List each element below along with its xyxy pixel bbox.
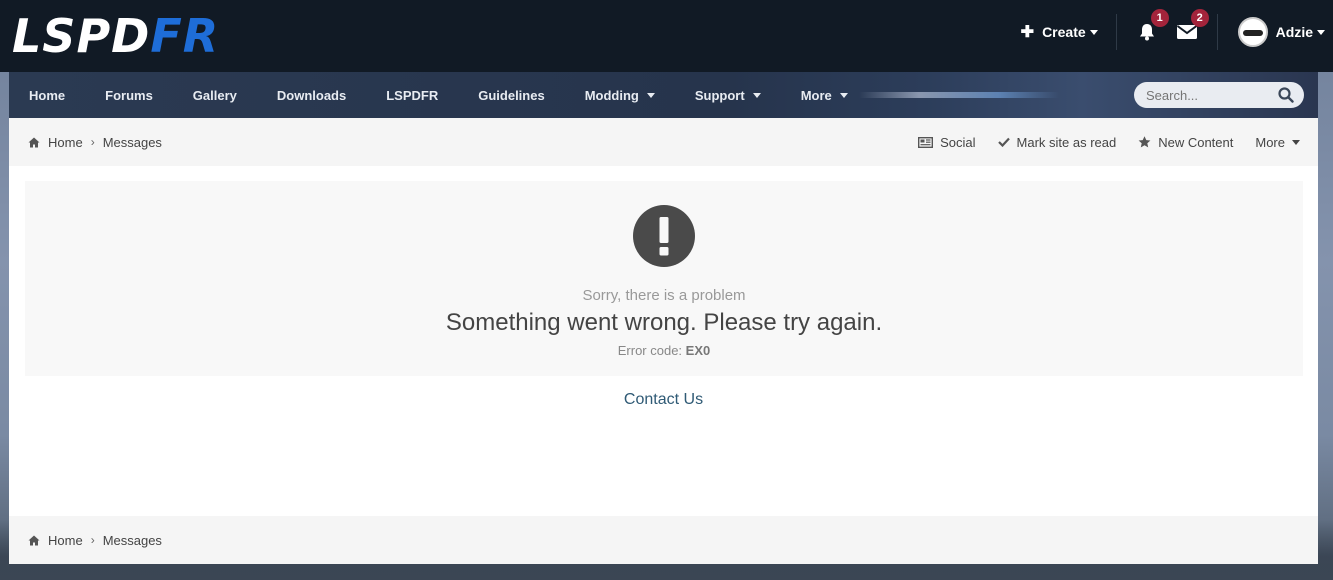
mark-read-label: Mark site as read: [1016, 134, 1117, 150]
divider: [1115, 14, 1117, 50]
create-label: Create: [1042, 24, 1086, 40]
nav-label: Modding: [584, 87, 639, 103]
home-icon: [28, 137, 40, 147]
username: Adzie: [1275, 24, 1313, 40]
exclamation-circle-icon: [633, 205, 695, 267]
breadcrumb-home-link[interactable]: Home: [48, 533, 83, 548]
nav-label: Guidelines: [478, 87, 545, 103]
nav-label: Gallery: [192, 87, 237, 103]
search-input[interactable]: [1146, 87, 1266, 103]
chevron-right-icon: ›: [90, 135, 95, 149]
contact-us-link-wrapper: Contact Us: [9, 391, 1318, 409]
breadcrumb: Home › Messages Social Mark site as read: [9, 118, 1318, 166]
search-icon[interactable]: [1278, 87, 1294, 103]
error-code-label: Error code:: [617, 343, 683, 358]
nav-banner-decoration: [859, 92, 1059, 98]
nav-label: Home: [29, 87, 66, 103]
caret-down-icon: [839, 92, 848, 98]
error-code-value: EX0: [685, 343, 711, 358]
nav-item-more[interactable]: More: [781, 72, 868, 118]
contact-us-link[interactable]: Contact Us: [624, 391, 703, 408]
nav-item-lspdfr[interactable]: LSPDFR: [366, 72, 458, 118]
logo-text-fr: FR: [150, 9, 220, 63]
user-menu-button[interactable]: Adzie: [1237, 17, 1325, 47]
home-icon: [28, 535, 40, 545]
page-actions: Social Mark site as read New Content Mor…: [896, 135, 1318, 150]
logo-text-lspd: LSPD: [12, 9, 151, 63]
caret-down-icon: [1292, 139, 1300, 145]
nav-label: Support: [694, 87, 745, 103]
nav-item-gallery[interactable]: Gallery: [173, 72, 257, 118]
plus-icon: ✚: [1020, 24, 1035, 41]
main-navigation: Home Forums Gallery Downloads LSPDFR Gui…: [9, 72, 1318, 118]
search-box: [1134, 82, 1304, 108]
chevron-right-icon: ›: [90, 533, 95, 547]
main-content: Home › Messages Social Mark site as read: [9, 118, 1318, 564]
check-icon: [997, 137, 1010, 147]
nav-item-home[interactable]: Home: [9, 72, 85, 118]
nav-label: Forums: [105, 87, 153, 103]
social-link[interactable]: Social: [918, 134, 976, 150]
nav-label: Downloads: [276, 87, 347, 103]
nav-item-support[interactable]: Support: [675, 72, 781, 118]
more-actions-button[interactable]: More: [1255, 135, 1300, 150]
divider: [1216, 14, 1218, 50]
caret-down-icon: [752, 92, 761, 98]
star-icon: [1138, 136, 1151, 148]
footer-breadcrumb: Home › Messages: [9, 516, 1318, 564]
breadcrumb-home-link[interactable]: Home: [48, 135, 83, 150]
mark-site-read-link[interactable]: Mark site as read: [997, 134, 1117, 150]
site-logo[interactable]: LSPDFR: [12, 12, 219, 60]
messages-button[interactable]: 2: [1167, 9, 1209, 52]
new-content-label: New Content: [1158, 134, 1234, 150]
new-content-link[interactable]: New Content: [1138, 135, 1233, 150]
nav-label: More: [800, 87, 832, 103]
error-title: Something went wrong. Please try again.: [445, 309, 883, 336]
newspaper-icon: [918, 136, 934, 148]
nav-item-modding[interactable]: Modding: [565, 72, 675, 118]
breadcrumb-current: Messages: [102, 532, 162, 548]
notifications-button[interactable]: 1: [1127, 9, 1169, 52]
avatar: [1237, 17, 1268, 47]
caret-down-icon: [1317, 29, 1325, 35]
nav-label: LSPDFR: [386, 87, 439, 103]
error-message-panel: Sorry, there is a problem Something went…: [25, 181, 1303, 376]
site-header: LSPDFR ✚ Create 1 2 Adzie: [0, 0, 1333, 72]
user-bar: ✚ Create 1 2 Adzie: [1021, 0, 1333, 64]
more-label: More: [1255, 134, 1285, 150]
nav-item-forums[interactable]: Forums: [85, 72, 173, 118]
caret-down-icon: [646, 92, 655, 98]
create-button[interactable]: ✚ Create: [1021, 22, 1098, 42]
caret-down-icon: [1089, 29, 1098, 35]
error-code: Error code: EX0: [25, 343, 1303, 358]
messages-badge: 2: [1190, 9, 1209, 27]
nav-item-downloads[interactable]: Downloads: [257, 72, 366, 118]
nav-item-guidelines[interactable]: Guidelines: [458, 72, 564, 118]
breadcrumb-current: Messages: [102, 134, 162, 150]
social-label: Social: [940, 134, 976, 150]
error-subtitle: Sorry, there is a problem: [582, 287, 746, 304]
